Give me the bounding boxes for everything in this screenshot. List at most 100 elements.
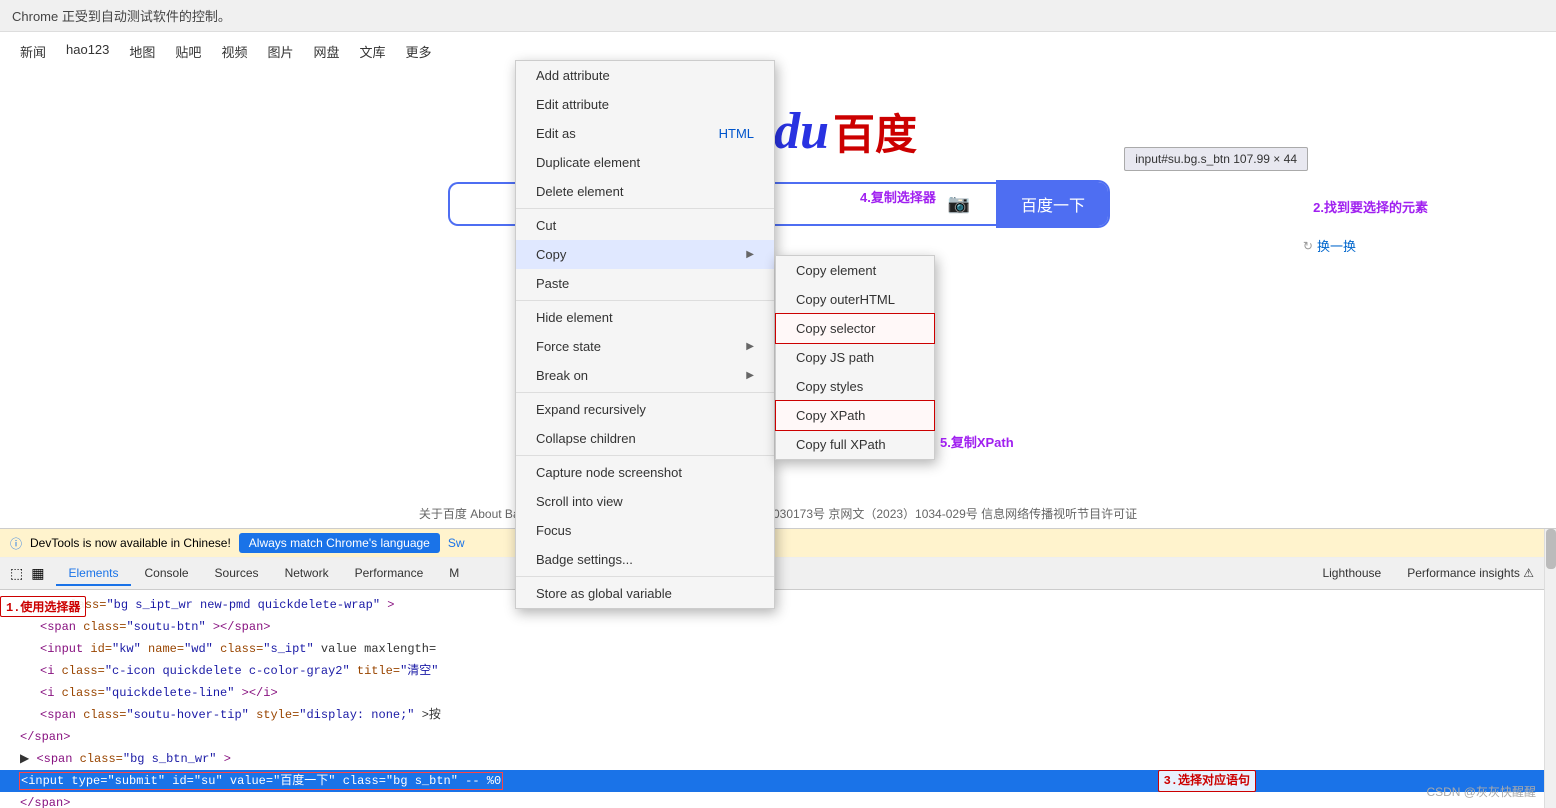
force-label: Force state bbox=[536, 339, 601, 354]
logo-chinese: 百度 bbox=[833, 101, 917, 162]
nav-pic[interactable]: 图片 bbox=[267, 42, 293, 61]
tab-sources[interactable]: Sources bbox=[203, 562, 271, 586]
menu-collapse-children[interactable]: Collapse children bbox=[516, 424, 774, 453]
break-label: Break on bbox=[536, 368, 588, 383]
notification-text: DevTools is now available in Chinese! bbox=[30, 536, 231, 550]
submenu-copy-js[interactable]: Copy JS path bbox=[776, 343, 934, 372]
submenu-copy-selector[interactable]: Copy selector bbox=[776, 314, 934, 343]
devtools-html-content: 1.使用选择器 <span class="bg s_ipt_wr new-pmd… bbox=[0, 590, 1556, 808]
copy-full-xpath-label: Copy full XPath bbox=[796, 437, 886, 452]
html-line[interactable]: <i class="c-icon quickdelete c-color-gra… bbox=[0, 660, 1556, 682]
html-line[interactable]: ▶ <span class="bg s_btn_wr" > bbox=[0, 748, 1556, 770]
delete-label: Delete element bbox=[536, 184, 623, 199]
nav-more[interactable]: 更多 bbox=[406, 42, 432, 61]
menu-add-attribute[interactable]: Add attribute bbox=[516, 61, 774, 90]
focus-label: Focus bbox=[536, 523, 571, 538]
copy-selector-label: Copy selector bbox=[796, 321, 875, 336]
menu-delete-element[interactable]: Delete element bbox=[516, 177, 774, 206]
nav-netdisk[interactable]: 网盘 bbox=[313, 42, 339, 61]
html-line[interactable]: <i class="quickdelete-line" ></i> bbox=[0, 682, 1556, 704]
submenu-copy-outer[interactable]: Copy outerHTML bbox=[776, 285, 934, 314]
element-tooltip: input#su.bg.s_btn 107.99 × 44 bbox=[1124, 147, 1308, 171]
force-arrow: ▶ bbox=[746, 341, 754, 352]
nav-tieba[interactable]: 贴吧 bbox=[175, 42, 201, 61]
html-line[interactable]: <input id="kw" name="wd" class="s_ipt" v… bbox=[0, 638, 1556, 660]
camera-icon[interactable]: 📷 bbox=[948, 194, 970, 215]
separator-1 bbox=[516, 208, 774, 209]
tab-network[interactable]: Network bbox=[273, 562, 341, 586]
scrollbar-thumb[interactable] bbox=[1546, 529, 1556, 569]
edit-attribute-label: Edit attribute bbox=[536, 97, 609, 112]
nav-video[interactable]: 视频 bbox=[221, 42, 247, 61]
exchange-row: ↻ 换一换 bbox=[1303, 236, 1356, 255]
html-highlight: HTML bbox=[719, 126, 754, 141]
nav-news[interactable]: 新闻 bbox=[20, 42, 46, 61]
exchange-link[interactable]: 换一换 bbox=[1317, 236, 1356, 255]
menu-duplicate-element[interactable]: Duplicate element bbox=[516, 148, 774, 177]
nav-hao123[interactable]: hao123 bbox=[66, 42, 109, 61]
baidu-footer: 关于百度 About Baidu 使用百度前必读 帮助中心 企业推广 京ICP证… bbox=[0, 499, 1556, 528]
duplicate-label: Duplicate element bbox=[536, 155, 640, 170]
copy-arrow: ▶ bbox=[746, 249, 754, 260]
copy-submenu: Copy element Copy outerHTML Copy selecto… bbox=[775, 255, 935, 460]
copy-element-label: Copy element bbox=[796, 263, 876, 278]
menu-paste[interactable]: Paste bbox=[516, 269, 774, 298]
menu-scroll-view[interactable]: Scroll into view bbox=[516, 487, 774, 516]
submenu-copy-full-xpath[interactable]: Copy full XPath bbox=[776, 430, 934, 459]
store-label: Store as global variable bbox=[536, 586, 672, 601]
menu-cut[interactable]: Cut bbox=[516, 211, 774, 240]
tab-console[interactable]: Console bbox=[133, 562, 201, 586]
search-button[interactable]: 百度一下 bbox=[998, 182, 1108, 226]
devtools-scrollbar[interactable] bbox=[1544, 529, 1556, 808]
menu-focus[interactable]: Focus bbox=[516, 516, 774, 545]
menu-hide-element[interactable]: Hide element bbox=[516, 303, 774, 332]
menu-badge-settings[interactable]: Badge settings... bbox=[516, 545, 774, 574]
capture-label: Capture node screenshot bbox=[536, 465, 682, 480]
annotation-select-line: 3.选择对应语句 bbox=[1158, 770, 1256, 792]
menu-copy[interactable]: Copy ▶ bbox=[516, 240, 774, 269]
banner-text: Chrome 正受到自动测试软件的控制。 bbox=[12, 9, 231, 24]
html-line[interactable]: <span class="soutu-hover-tip" style="dis… bbox=[0, 704, 1556, 726]
nav-wenku[interactable]: 文库 bbox=[359, 42, 385, 61]
submenu-copy-element[interactable]: Copy element bbox=[776, 256, 934, 285]
submenu-copy-styles[interactable]: Copy styles bbox=[776, 372, 934, 401]
menu-edit-attribute[interactable]: Edit attribute bbox=[516, 90, 774, 119]
menu-edit-html[interactable]: Edit as HTML bbox=[516, 119, 774, 148]
inspector-icon[interactable]: ▦ bbox=[31, 565, 44, 582]
baidu-center: Bai du 百度 📷 百度一下 bbox=[0, 101, 1556, 226]
menu-break-on[interactable]: Break on ▶ bbox=[516, 361, 774, 390]
info-icon: ⓘ bbox=[10, 535, 22, 552]
tab-performance-insights[interactable]: Performance insights ⚠ bbox=[1395, 562, 1546, 586]
tab-m[interactable]: M bbox=[437, 562, 471, 586]
tab-elements[interactable]: Elements bbox=[56, 562, 130, 586]
separator-3 bbox=[516, 392, 774, 393]
always-match-button[interactable]: Always match Chrome's language bbox=[239, 533, 440, 553]
html-line[interactable]: <span class="bg s_ipt_wr new-pmd quickde… bbox=[0, 594, 1556, 616]
annotation-find-element: 2.找到要选择的元素 bbox=[1313, 197, 1428, 216]
tab-lighthouse[interactable]: Lighthouse bbox=[1310, 562, 1393, 586]
scroll-label: Scroll into view bbox=[536, 494, 623, 509]
switch-link[interactable]: Sw bbox=[448, 536, 465, 550]
refresh-icon: ↻ bbox=[1303, 239, 1313, 253]
submenu-copy-xpath[interactable]: Copy XPath bbox=[776, 401, 934, 430]
menu-force-state[interactable]: Force state ▶ bbox=[516, 332, 774, 361]
separator-2 bbox=[516, 300, 774, 301]
cursor-icon[interactable]: ⬚ bbox=[10, 565, 23, 582]
annotation-copy-selector: 4.复制选择器 bbox=[860, 187, 936, 206]
html-line-selected[interactable]: <input type="submit" id="su" value="百度一下… bbox=[0, 770, 1556, 792]
copy-xpath-label: Copy XPath bbox=[796, 408, 865, 423]
menu-expand-recursively[interactable]: Expand recursively bbox=[516, 395, 774, 424]
devtools-icon-group: ⬚ ▦ bbox=[10, 565, 44, 582]
separator-5 bbox=[516, 576, 774, 577]
menu-capture-node[interactable]: Capture node screenshot bbox=[516, 458, 774, 487]
html-line[interactable]: <span class="soutu-btn" ></span> bbox=[0, 616, 1556, 638]
hide-label: Hide element bbox=[536, 310, 613, 325]
html-line[interactable]: </span> bbox=[0, 726, 1556, 748]
copy-styles-label: Copy styles bbox=[796, 379, 863, 394]
menu-store-global[interactable]: Store as global variable bbox=[516, 579, 774, 608]
top-banner: Chrome 正受到自动测试软件的控制。 bbox=[0, 0, 1556, 32]
copy-js-label: Copy JS path bbox=[796, 350, 874, 365]
nav-map[interactable]: 地图 bbox=[129, 42, 155, 61]
tab-performance[interactable]: Performance bbox=[343, 562, 436, 586]
selected-input-tag: <input type="submit" id="su" value="百度一下… bbox=[20, 773, 502, 789]
